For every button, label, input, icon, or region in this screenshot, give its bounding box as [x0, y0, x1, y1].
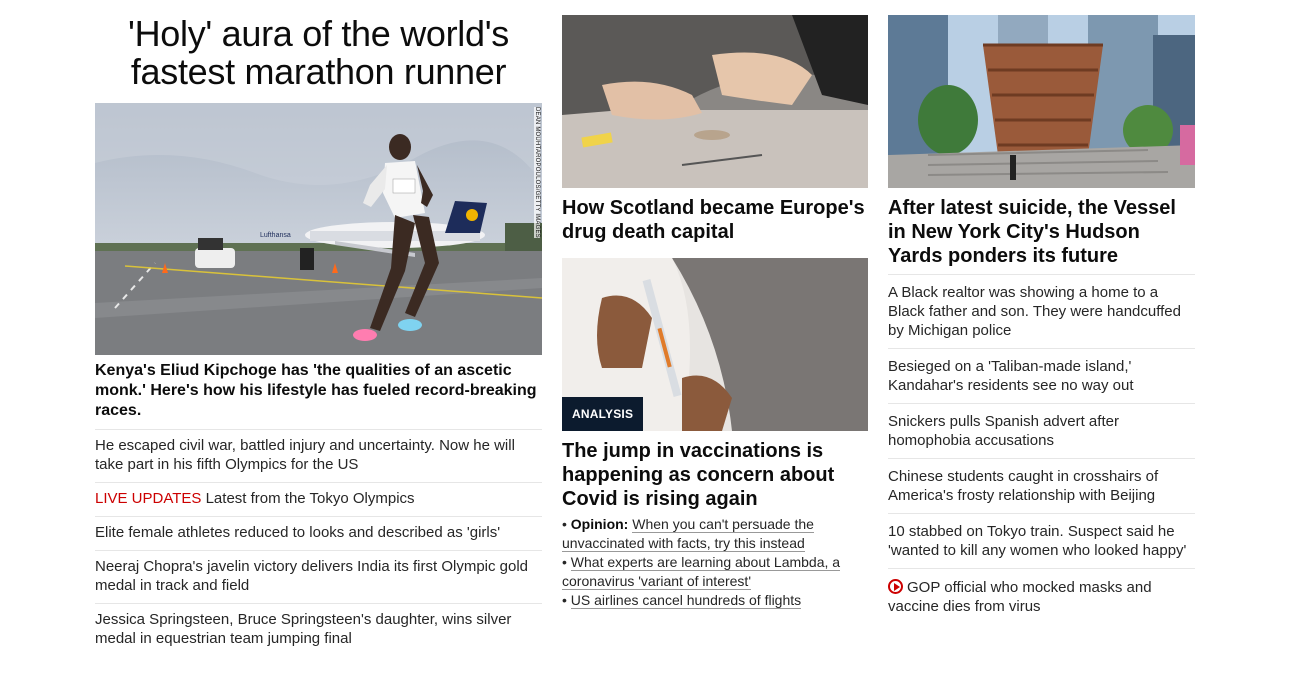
lead-story-title[interactable]: 'Holy' aura of the world's fastest marat… — [95, 15, 542, 91]
opinion-label: Opinion: — [570, 516, 629, 532]
lead-story-caption[interactable]: Kenya's Eliud Kipchoge has 'the qualitie… — [95, 361, 542, 421]
list-item[interactable]: Chinese students caught in crosshairs of… — [888, 458, 1195, 513]
list-item[interactable]: Besieged on a 'Taliban-made island,' Kan… — [888, 348, 1195, 403]
drug-story-headline[interactable]: How Scotland became Europe's drug death … — [562, 196, 868, 244]
list-item[interactable]: • What experts are learning about Lambda… — [562, 553, 868, 591]
vessel-story-image[interactable] — [888, 15, 1195, 188]
image-credit: DEAN MOUHTAROPOULOS/GETTY IMAGES — [534, 107, 540, 238]
play-video-icon — [888, 579, 903, 594]
marathon-runner-image[interactable]: Lufthansa DEAN MOUHTAROPOULOS/GETTY IMAG… — [95, 103, 542, 355]
list-item[interactable]: • US airlines cancel hundreds of flights — [562, 591, 868, 610]
list-item[interactable]: A Black realtor was showing a home to a … — [888, 274, 1195, 348]
drug-story-image[interactable] — [562, 15, 868, 188]
vessel-story-headline[interactable]: After latest suicide, the Vessel in New … — [888, 196, 1195, 268]
analysis-badge: ANALYSIS — [562, 397, 644, 431]
top-stories-list: A Black realtor was showing a home to a … — [888, 274, 1195, 624]
svg-text:Lufthansa: Lufthansa — [260, 232, 291, 239]
list-item[interactable]: Neeraj Chopra's javelin victory delivers… — [95, 550, 542, 603]
related-stories-list: He escaped civil war, battled injury and… — [95, 429, 542, 656]
vaccination-related-list: • Opinion: When you can't persuade the u… — [562, 515, 868, 610]
list-item[interactable]: GOP official who mocked masks and vaccin… — [888, 568, 1195, 624]
list-item[interactable]: He escaped civil war, battled injury and… — [95, 429, 542, 482]
list-item[interactable]: Snickers pulls Spanish advert after homo… — [888, 403, 1195, 458]
list-item[interactable]: LIVE UPDATES Latest from the Tokyo Olymp… — [95, 482, 542, 516]
live-updates-label: LIVE UPDATES — [95, 490, 202, 507]
list-item[interactable]: • Opinion: When you can't persuade the u… — [562, 515, 868, 553]
vaccination-story-headline[interactable]: The jump in vaccinations is happening as… — [562, 439, 868, 511]
vaccination-story-image[interactable]: ANALYSIS — [562, 258, 868, 431]
list-item[interactable]: 10 stabbed on Tokyo train. Suspect said … — [888, 513, 1195, 568]
list-item[interactable]: Elite female athletes reduced to looks a… — [95, 516, 542, 550]
list-item[interactable]: Jessica Springsteen, Bruce Springsteen's… — [95, 603, 542, 656]
